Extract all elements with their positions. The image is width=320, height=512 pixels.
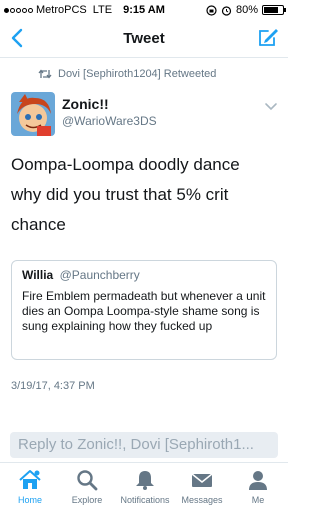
chevron-down-icon[interactable] [264, 102, 278, 112]
quoted-tweet-card[interactable]: Willia @Paunchberry Fire Emblem permadea… [11, 260, 277, 360]
author-handle[interactable]: @WarioWare3DS [62, 114, 157, 128]
tweet-text: Oompa-Loompa doodly dance why did you tr… [11, 150, 279, 240]
avatar[interactable] [11, 92, 55, 136]
battery-percent: 80% [235, 4, 258, 16]
quote-header: Willia @Paunchberry [22, 268, 266, 282]
home-icon [19, 470, 41, 489]
quote-text: Fire Emblem permadeath but whenever a un… [22, 289, 266, 333]
tweet-line: Oompa-Loompa doodly dance [11, 155, 240, 174]
retweet-text[interactable]: Dovi [Sephiroth1204] Retweeted [58, 68, 216, 80]
tab-explore[interactable]: Explore [59, 469, 115, 505]
tab-label: Me [251, 495, 265, 505]
retweet-icon [38, 69, 52, 79]
tab-bar: Home Explore Notifications Messages Me [0, 462, 288, 512]
tweet-line: why did you trust that 5% crit [11, 185, 229, 204]
envelope-icon [191, 473, 213, 487]
tab-notifications[interactable]: Notifications [115, 469, 175, 505]
author-name[interactable]: Zonic!! [62, 96, 109, 112]
status-bar: MetroPCS LTE 9:15 AM 80% [0, 0, 288, 20]
tab-me[interactable]: Me [230, 469, 286, 505]
compose-icon[interactable] [256, 25, 280, 49]
retweet-context: Dovi [Sephiroth1204] Retweeted [38, 68, 216, 80]
bell-icon [136, 471, 154, 490]
orientation-lock-icon [206, 4, 217, 16]
page-title: Tweet [123, 30, 165, 47]
reply-input[interactable]: Reply to Zonic!!, Dovi [Sephiroth1... [10, 432, 278, 458]
tab-label: Notifications [120, 495, 170, 505]
nav-bar: Tweet [0, 20, 288, 58]
alarm-icon [221, 5, 232, 16]
tab-messages[interactable]: Messages [174, 469, 230, 505]
quote-author-handle: @Paunchberry [59, 268, 140, 282]
tab-label: Messages [181, 495, 223, 505]
status-right: 80% [206, 4, 286, 16]
tweet-timestamp: 3/19/17, 4:37 PM [11, 380, 95, 392]
quote-author-name: Willia [22, 268, 54, 282]
battery-icon [262, 5, 286, 15]
search-icon [77, 470, 98, 491]
tab-label: Home [17, 495, 42, 505]
tweet-line: chance [11, 215, 66, 234]
tab-home[interactable]: Home [2, 469, 58, 505]
person-icon [249, 471, 267, 490]
tab-label: Explore [71, 495, 103, 505]
